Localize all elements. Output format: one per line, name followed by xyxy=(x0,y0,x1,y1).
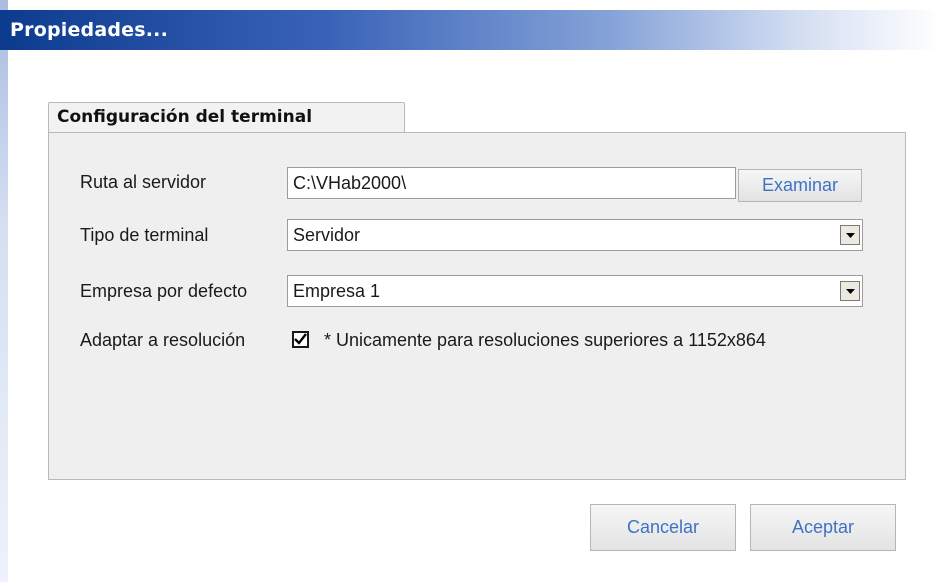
resolution-note: * Unicamente para resoluciones superiore… xyxy=(324,330,766,350)
window-title: Propiedades... xyxy=(10,19,169,41)
tab-terminal-config[interactable]: Configuración del terminal xyxy=(48,102,405,133)
check-icon xyxy=(294,333,307,345)
tab-label: Configuración del terminal xyxy=(57,107,313,127)
terminal-type-label: Tipo de terminal xyxy=(80,225,209,245)
default-company-value: Empresa 1 xyxy=(293,281,381,301)
chevron-down-icon[interactable] xyxy=(840,225,860,245)
terminal-type-value: Servidor xyxy=(293,225,361,245)
server-path-value: C:\VHab2000\ xyxy=(293,173,407,193)
browse-button[interactable]: Examinar xyxy=(738,169,862,202)
window-edge xyxy=(0,0,8,582)
adapt-resolution-checkbox[interactable] xyxy=(292,331,309,348)
server-path-label: Ruta al servidor xyxy=(80,172,207,192)
default-company-select[interactable]: Empresa 1 xyxy=(287,275,863,307)
title-bar[interactable]: Propiedades... xyxy=(0,10,941,50)
chevron-down-icon[interactable] xyxy=(840,281,860,301)
accept-button[interactable]: Aceptar xyxy=(750,504,896,551)
properties-dialog: Propiedades... Configuración del termina… xyxy=(0,0,941,582)
adapt-resolution-label: Adaptar a resolución xyxy=(80,330,246,350)
default-company-label: Empresa por defecto xyxy=(80,281,248,301)
cancel-button[interactable]: Cancelar xyxy=(590,504,736,551)
terminal-type-select[interactable]: Servidor xyxy=(287,219,863,251)
server-path-input[interactable]: C:\VHab2000\ xyxy=(287,167,736,199)
